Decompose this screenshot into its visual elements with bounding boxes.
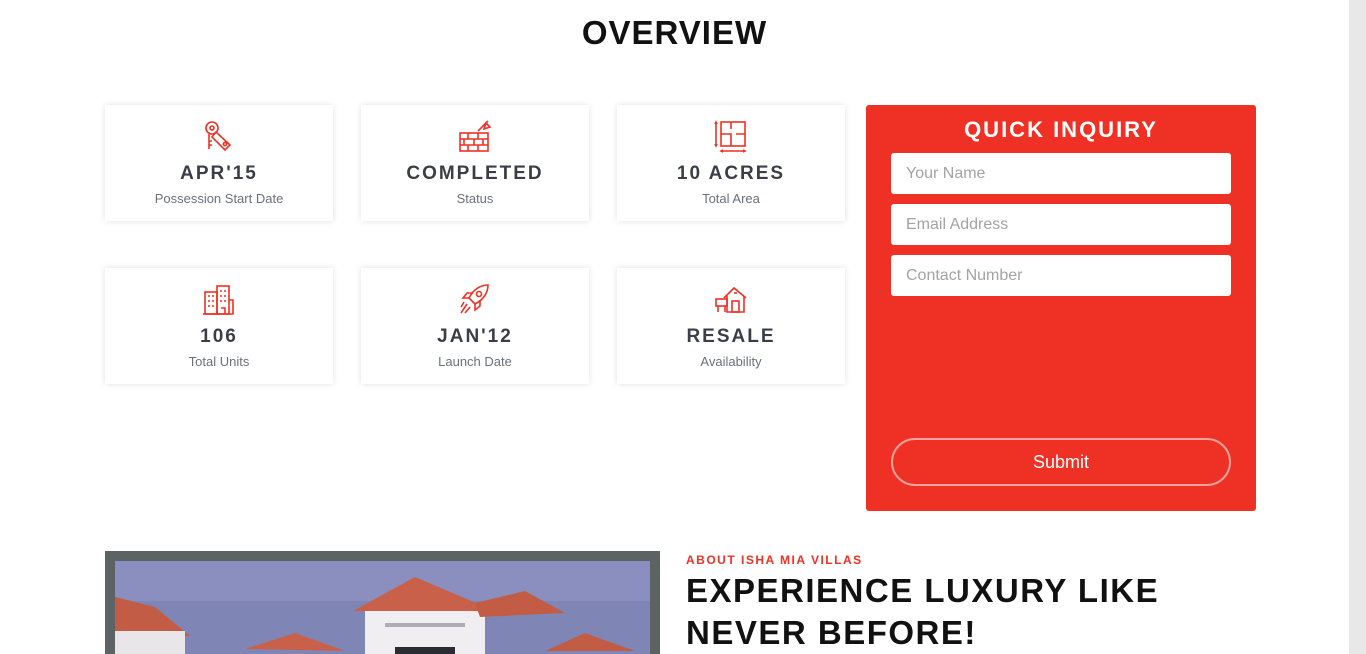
overview-card-units: 106 Total Units xyxy=(105,268,333,384)
card-label: Status xyxy=(456,191,494,206)
card-label: Total Units xyxy=(188,354,250,369)
quick-inquiry-form: QUICK INQUIRY Submit xyxy=(866,105,1256,511)
about-villa-image-frame xyxy=(105,551,660,654)
scrollbar-thumb[interactable] xyxy=(1349,0,1366,654)
keys-tag-icon xyxy=(105,119,333,153)
card-value: APR'15 xyxy=(180,163,258,184)
page-scrollbar[interactable] xyxy=(1349,0,1366,654)
card-label: Possession Start Date xyxy=(154,191,284,206)
section-title-overview: OVERVIEW xyxy=(581,14,768,51)
email-input[interactable] xyxy=(891,204,1231,245)
buildings-icon xyxy=(105,282,333,316)
card-value: JAN'12 xyxy=(437,326,513,347)
card-label: Launch Date xyxy=(438,354,512,369)
brick-wall-trowel-icon xyxy=(361,119,589,153)
card-value: RESALE xyxy=(686,326,776,347)
card-label: Total Area xyxy=(702,191,760,206)
floor-plan-icon xyxy=(617,119,845,153)
house-sale-icon xyxy=(617,282,845,316)
quick-inquiry-title: QUICK INQUIRY xyxy=(964,117,1158,142)
card-label: Availability xyxy=(700,354,762,369)
card-value: 10 ACRES xyxy=(676,163,786,184)
name-input[interactable] xyxy=(891,153,1231,194)
about-eyebrow: ABOUT ISHA MIA VILLAS xyxy=(686,553,863,567)
about-headline: EXPERIENCE LUXURY LIKE NEVER BEFORE! xyxy=(686,572,1160,651)
overview-card-availability: RESALE Availability xyxy=(617,268,845,384)
card-value: COMPLETED xyxy=(406,163,544,184)
submit-button[interactable]: Submit xyxy=(891,438,1231,486)
rocket-icon xyxy=(361,282,589,316)
overview-card-possession: APR'15 Possession Start Date xyxy=(105,105,333,221)
overview-card-status: COMPLETED Status xyxy=(361,105,589,221)
villa-photo xyxy=(115,561,650,654)
card-value: 106 xyxy=(200,326,238,347)
overview-card-launch: JAN'12 Launch Date xyxy=(361,268,589,384)
overview-card-area: 10 ACRES Total Area xyxy=(617,105,845,221)
contact-number-input[interactable] xyxy=(891,255,1231,296)
